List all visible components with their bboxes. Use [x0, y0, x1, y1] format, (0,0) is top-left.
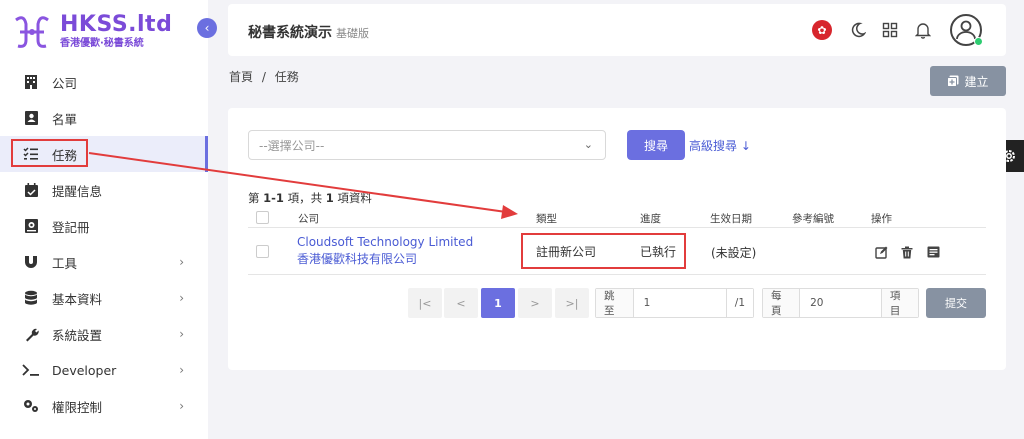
dark-mode-moon-icon[interactable]: [848, 20, 868, 40]
sidebar-item-label: 基本資料: [52, 291, 103, 307]
page-size-group: 每頁 20 項目: [762, 288, 919, 318]
pagination-first[interactable]: |<: [408, 288, 442, 318]
chevron-right-icon: ›: [179, 399, 184, 413]
brand-subtitle: 香港優歡·秘書系統: [60, 38, 144, 49]
create-button[interactable]: 建立: [930, 66, 1006, 96]
search-button[interactable]: 搜尋: [627, 130, 685, 160]
company-select[interactable]: --選擇公司-- ⌄: [248, 130, 606, 160]
sidebar-item-permissions[interactable]: 權限控制 ›: [0, 388, 208, 424]
sidebar-item-label: 名單: [52, 111, 78, 127]
column-header-actions: 操作: [871, 213, 892, 225]
sidebar-item-label: 權限控制: [52, 399, 103, 415]
tasks-card: --選擇公司-- ⌄ 搜尋 高級搜尋 ↓ 第 1-1 項，共 1 項資料 公司 …: [228, 108, 1006, 370]
chevron-right-icon: ›: [179, 327, 184, 341]
edition-label: 基礎版: [336, 27, 369, 40]
company-select-placeholder: --選擇公司--: [259, 138, 325, 153]
goto-page-group: 跳至 1 /1: [595, 288, 754, 318]
per-page-label: 每頁: [763, 289, 800, 317]
sidebar-item-register[interactable]: 登記冊: [0, 208, 208, 244]
pagination-last[interactable]: >|: [555, 288, 589, 318]
sidebar-item-reminders[interactable]: 提醒信息: [0, 172, 208, 208]
goto-label: 跳至: [596, 289, 633, 317]
sidebar-item-label: 工具: [52, 255, 78, 271]
sidebar-item-roster[interactable]: 名單: [0, 100, 208, 136]
pagination-prev[interactable]: <: [444, 288, 478, 318]
delete-trash-icon[interactable]: [900, 245, 914, 259]
table-header: 公司 類型 進度 生效日期 參考編號 操作: [248, 208, 986, 228]
column-header-progress[interactable]: 進度: [640, 211, 661, 226]
pagination-current-page[interactable]: 1: [481, 288, 515, 318]
wrench-icon: [22, 325, 40, 343]
details-note-icon[interactable]: [926, 245, 940, 259]
per-page-unit: 項目: [881, 289, 918, 317]
breadcrumb: 首頁 / 任務: [229, 68, 299, 85]
sidebar-item-system-settings[interactable]: 系統設置 ›: [0, 316, 208, 352]
page-size-input[interactable]: 20: [799, 289, 882, 317]
notification-bell-icon[interactable]: [913, 20, 933, 40]
system-title: 秘書系統演示: [248, 25, 332, 41]
sidebar-item-label: 登記冊: [52, 219, 90, 235]
checklist-icon: [22, 145, 40, 163]
select-all-checkbox[interactable]: [256, 211, 269, 224]
terminal-icon: [22, 361, 40, 379]
top-header: 秘書系統演示 基礎版 ✿: [228, 4, 1006, 56]
brand-title: HKSS.ltd: [60, 12, 173, 37]
breadcrumb-separator: /: [261, 70, 266, 84]
goto-page-input[interactable]: 1: [632, 289, 727, 317]
sidebar-item-label: 提醒信息: [52, 183, 103, 199]
submit-button[interactable]: 提交: [926, 288, 986, 318]
effective-date: (未設定): [711, 246, 757, 260]
apps-grid-icon[interactable]: [880, 20, 900, 40]
column-header-effective-date[interactable]: 生效日期: [710, 211, 752, 226]
sidebar-item-label: 公司: [52, 75, 78, 91]
sidebar-item-label: Developer: [52, 362, 117, 378]
sidebar-nav: 公司 名單 任務 提醒信息 登記冊 工具 › 基本資料 › 系統設置 › Dev…: [0, 64, 208, 424]
sidebar: HKSS.ltd 香港優歡·秘書系統 公司 名單 任務 提醒信息 登記冊 工具 …: [0, 0, 208, 439]
company-name-link[interactable]: Cloudsoft Technology Limited 香港優歡科技有限公司: [297, 234, 473, 268]
chevron-right-icon: ›: [179, 291, 184, 305]
database-icon: [22, 289, 40, 307]
online-status-dot: [974, 37, 983, 46]
create-button-label: 建立: [964, 74, 989, 89]
magnet-icon: [22, 253, 40, 271]
chevron-right-icon: ›: [179, 255, 184, 269]
language-flag-icon[interactable]: ✿: [812, 20, 832, 40]
sidebar-item-basic-data[interactable]: 基本資料 ›: [0, 280, 208, 316]
add-copy-icon: [947, 75, 959, 87]
logo-mark-icon: [15, 16, 49, 48]
cogs-icon: [22, 397, 40, 415]
edit-icon[interactable]: [874, 245, 888, 259]
sidebar-collapse-button[interactable]: ‹: [197, 18, 217, 38]
building-icon: [22, 73, 40, 91]
user-avatar[interactable]: [950, 14, 983, 46]
breadcrumb-current: 任務: [274, 70, 299, 84]
register-book-icon: [22, 217, 40, 235]
column-header-type[interactable]: 類型: [536, 211, 557, 226]
calendar-check-icon: [22, 181, 40, 199]
chevron-down-icon: ⌄: [583, 138, 593, 151]
sidebar-item-developer[interactable]: Developer ›: [0, 352, 208, 388]
task-progress: 已執行: [640, 245, 677, 259]
row-checkbox[interactable]: [256, 245, 269, 258]
chevron-right-icon: ›: [179, 363, 184, 377]
table-row: Cloudsoft Technology Limited 香港優歡科技有限公司 …: [248, 229, 986, 275]
sidebar-item-tools[interactable]: 工具 ›: [0, 244, 208, 280]
sidebar-item-label: 系統設置: [52, 327, 103, 343]
breadcrumb-home[interactable]: 首頁: [229, 70, 253, 84]
brand-logo[interactable]: HKSS.ltd 香港優歡·秘書系統: [10, 10, 172, 54]
sidebar-item-tasks[interactable]: 任務: [0, 136, 208, 172]
goto-total-label: /1: [726, 289, 753, 317]
pagination-next[interactable]: >: [518, 288, 552, 318]
sidebar-item-company[interactable]: 公司: [0, 64, 208, 100]
sidebar-item-label: 任務: [52, 147, 78, 163]
column-header-reference[interactable]: 參考編號: [792, 211, 834, 226]
task-type: 註冊新公司: [536, 245, 597, 259]
column-header-company[interactable]: 公司: [298, 211, 319, 226]
page-title: 秘書系統演示 基礎版: [248, 22, 369, 42]
contact-card-icon: [22, 109, 40, 127]
advanced-search-link[interactable]: 高級搜尋 ↓: [689, 137, 751, 154]
results-summary: 第 1-1 項，共 1 項資料: [248, 191, 372, 205]
